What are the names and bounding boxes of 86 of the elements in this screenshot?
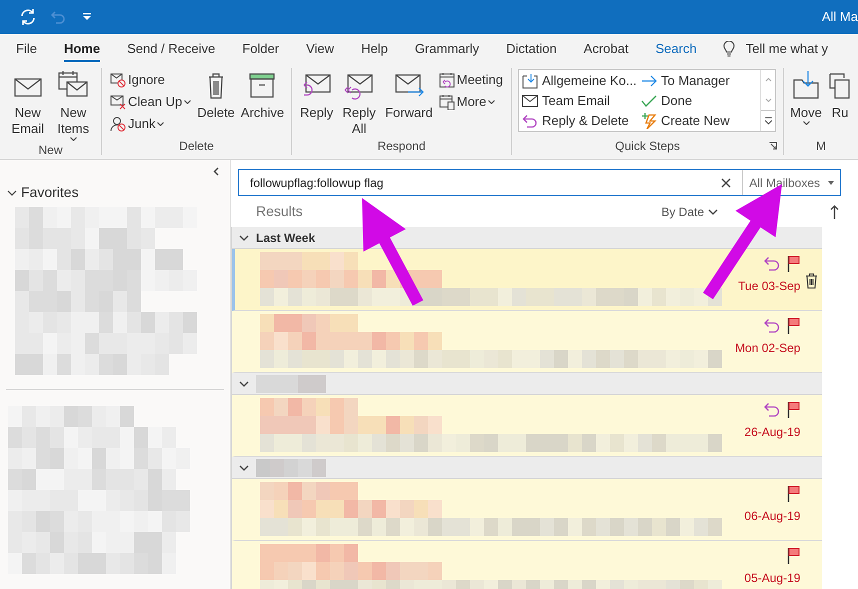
ribbon-tab[interactable]: Folder <box>242 34 280 64</box>
ribbon-tab[interactable]: Dictation <box>506 34 557 64</box>
flag-icon[interactable] <box>787 484 800 502</box>
group-label: M <box>816 138 826 155</box>
results-label: Results <box>256 202 303 221</box>
ribbon-button[interactable]: Move <box>790 68 822 125</box>
message-row[interactable]: 06-Aug-19 <box>232 479 822 541</box>
group-label: Delete <box>179 138 214 155</box>
date-label: 05-Aug-19 <box>744 570 800 587</box>
date-label: 26-Aug-19 <box>744 424 800 441</box>
date-label: Tue 03-Sep <box>738 278 800 295</box>
ribbon-button[interactable]: Ru <box>824 68 856 121</box>
reply-icon <box>522 114 538 128</box>
ribbon-button[interactable]: Archive <box>240 68 284 121</box>
trash-icon[interactable] <box>805 273 818 289</box>
caret-icon <box>828 180 834 184</box>
ribbon-tab[interactable]: View <box>306 34 334 64</box>
flag-icon[interactable] <box>787 316 800 334</box>
collapse-pane-icon[interactable] <box>213 167 220 176</box>
group-label: Respond <box>377 138 426 155</box>
chevron-down-icon <box>708 208 718 214</box>
ribbon-tab[interactable]: Home <box>64 34 100 64</box>
caret-icon <box>184 100 192 104</box>
caret-icon <box>70 137 77 141</box>
group-label: Quick Steps <box>615 138 680 155</box>
arrow-right-icon <box>641 75 657 87</box>
calendar-reply-icon <box>438 72 455 88</box>
message-row[interactable]: 05-Aug-19 <box>232 541 822 589</box>
dialog-launcher-icon[interactable] <box>769 142 777 150</box>
folder-arrow-icon <box>522 73 538 89</box>
search-field[interactable]: followupflag:followup flag All Mailboxes <box>238 169 841 196</box>
group-label: New <box>38 142 62 159</box>
customize-toolbar-icon[interactable] <box>82 12 92 22</box>
ribbon-tab[interactable]: Help <box>361 34 388 64</box>
calendar-phone-icon <box>438 94 455 110</box>
ignore-icon <box>110 72 126 88</box>
ribbon-button[interactable]: Meeting <box>438 70 503 89</box>
quick-step[interactable]: Create New <box>641 111 760 131</box>
flag-icon[interactable] <box>787 254 800 272</box>
sync-icon[interactable] <box>19 8 37 26</box>
flag-icon[interactable] <box>787 546 800 564</box>
tell-me-field[interactable]: Tell me what y <box>746 39 828 59</box>
ribbon-button[interactable]: Clean Up <box>110 92 192 111</box>
ribbon-tab[interactable]: Search <box>655 34 697 64</box>
ribbon-button[interactable]: Forward <box>385 68 433 121</box>
ribbon-tab[interactable]: Send / Receive <box>127 34 216 64</box>
chevron-icon[interactable] <box>239 464 249 470</box>
caret-icon <box>488 100 496 104</box>
quick-step[interactable]: Team Email <box>522 91 641 111</box>
ribbon-button[interactable]: Delete <box>197 68 235 121</box>
person-blocked-icon <box>110 116 126 132</box>
favorites-header[interactable]: Favorites <box>7 182 79 203</box>
ribbon-button[interactable]: Reply <box>300 68 334 121</box>
message-row[interactable]: Tue 03-Sep <box>232 249 822 311</box>
message-row[interactable]: 26-Aug-19 <box>232 395 822 457</box>
quick-step[interactable]: To Manager <box>641 71 760 91</box>
envelope-icon <box>522 95 538 107</box>
close-icon[interactable] <box>721 178 732 188</box>
ribbon-tab[interactable]: Grammarly <box>414 34 480 64</box>
ribbon-tab[interactable]: Acrobat <box>584 34 628 64</box>
quick-step[interactable]: Allgemeine Ko... <box>522 71 641 91</box>
envelope-x-icon <box>110 94 126 110</box>
ribbon-button[interactable]: New Items <box>54 68 93 141</box>
date-label: 06-Aug-19 <box>744 508 800 525</box>
message-row[interactable]: Mon 02-Sep <box>232 311 822 373</box>
caret-icon <box>157 122 164 126</box>
ribbon-button[interactable]: Reply All <box>339 68 380 137</box>
quick-step[interactable]: Reply & Delete <box>522 111 641 131</box>
sort-dropdown[interactable]: By Date <box>661 202 718 220</box>
quick-step[interactable]: Done <box>641 91 760 111</box>
ribbon-button[interactable]: Ignore <box>110 70 192 89</box>
date-label: Mon 02-Sep <box>735 340 800 357</box>
ribbon-button[interactable]: Junk <box>110 114 192 133</box>
ribbon-tab[interactable]: File <box>16 34 37 64</box>
ribbon-button[interactable]: New Email <box>8 68 48 137</box>
window-title: All Ma <box>822 8 858 26</box>
flag-icon[interactable] <box>787 400 800 418</box>
lightning-plus-icon <box>641 113 657 129</box>
lightbulb-icon <box>722 41 735 57</box>
caret-icon <box>802 121 810 125</box>
chevron-icon[interactable] <box>239 234 249 240</box>
checkmark-icon <box>641 95 657 107</box>
chevron-icon[interactable] <box>239 380 249 386</box>
ribbon-button[interactable]: More <box>438 92 503 111</box>
sort-direction-icon[interactable] <box>830 204 839 218</box>
group-header: Last Week <box>256 230 316 246</box>
